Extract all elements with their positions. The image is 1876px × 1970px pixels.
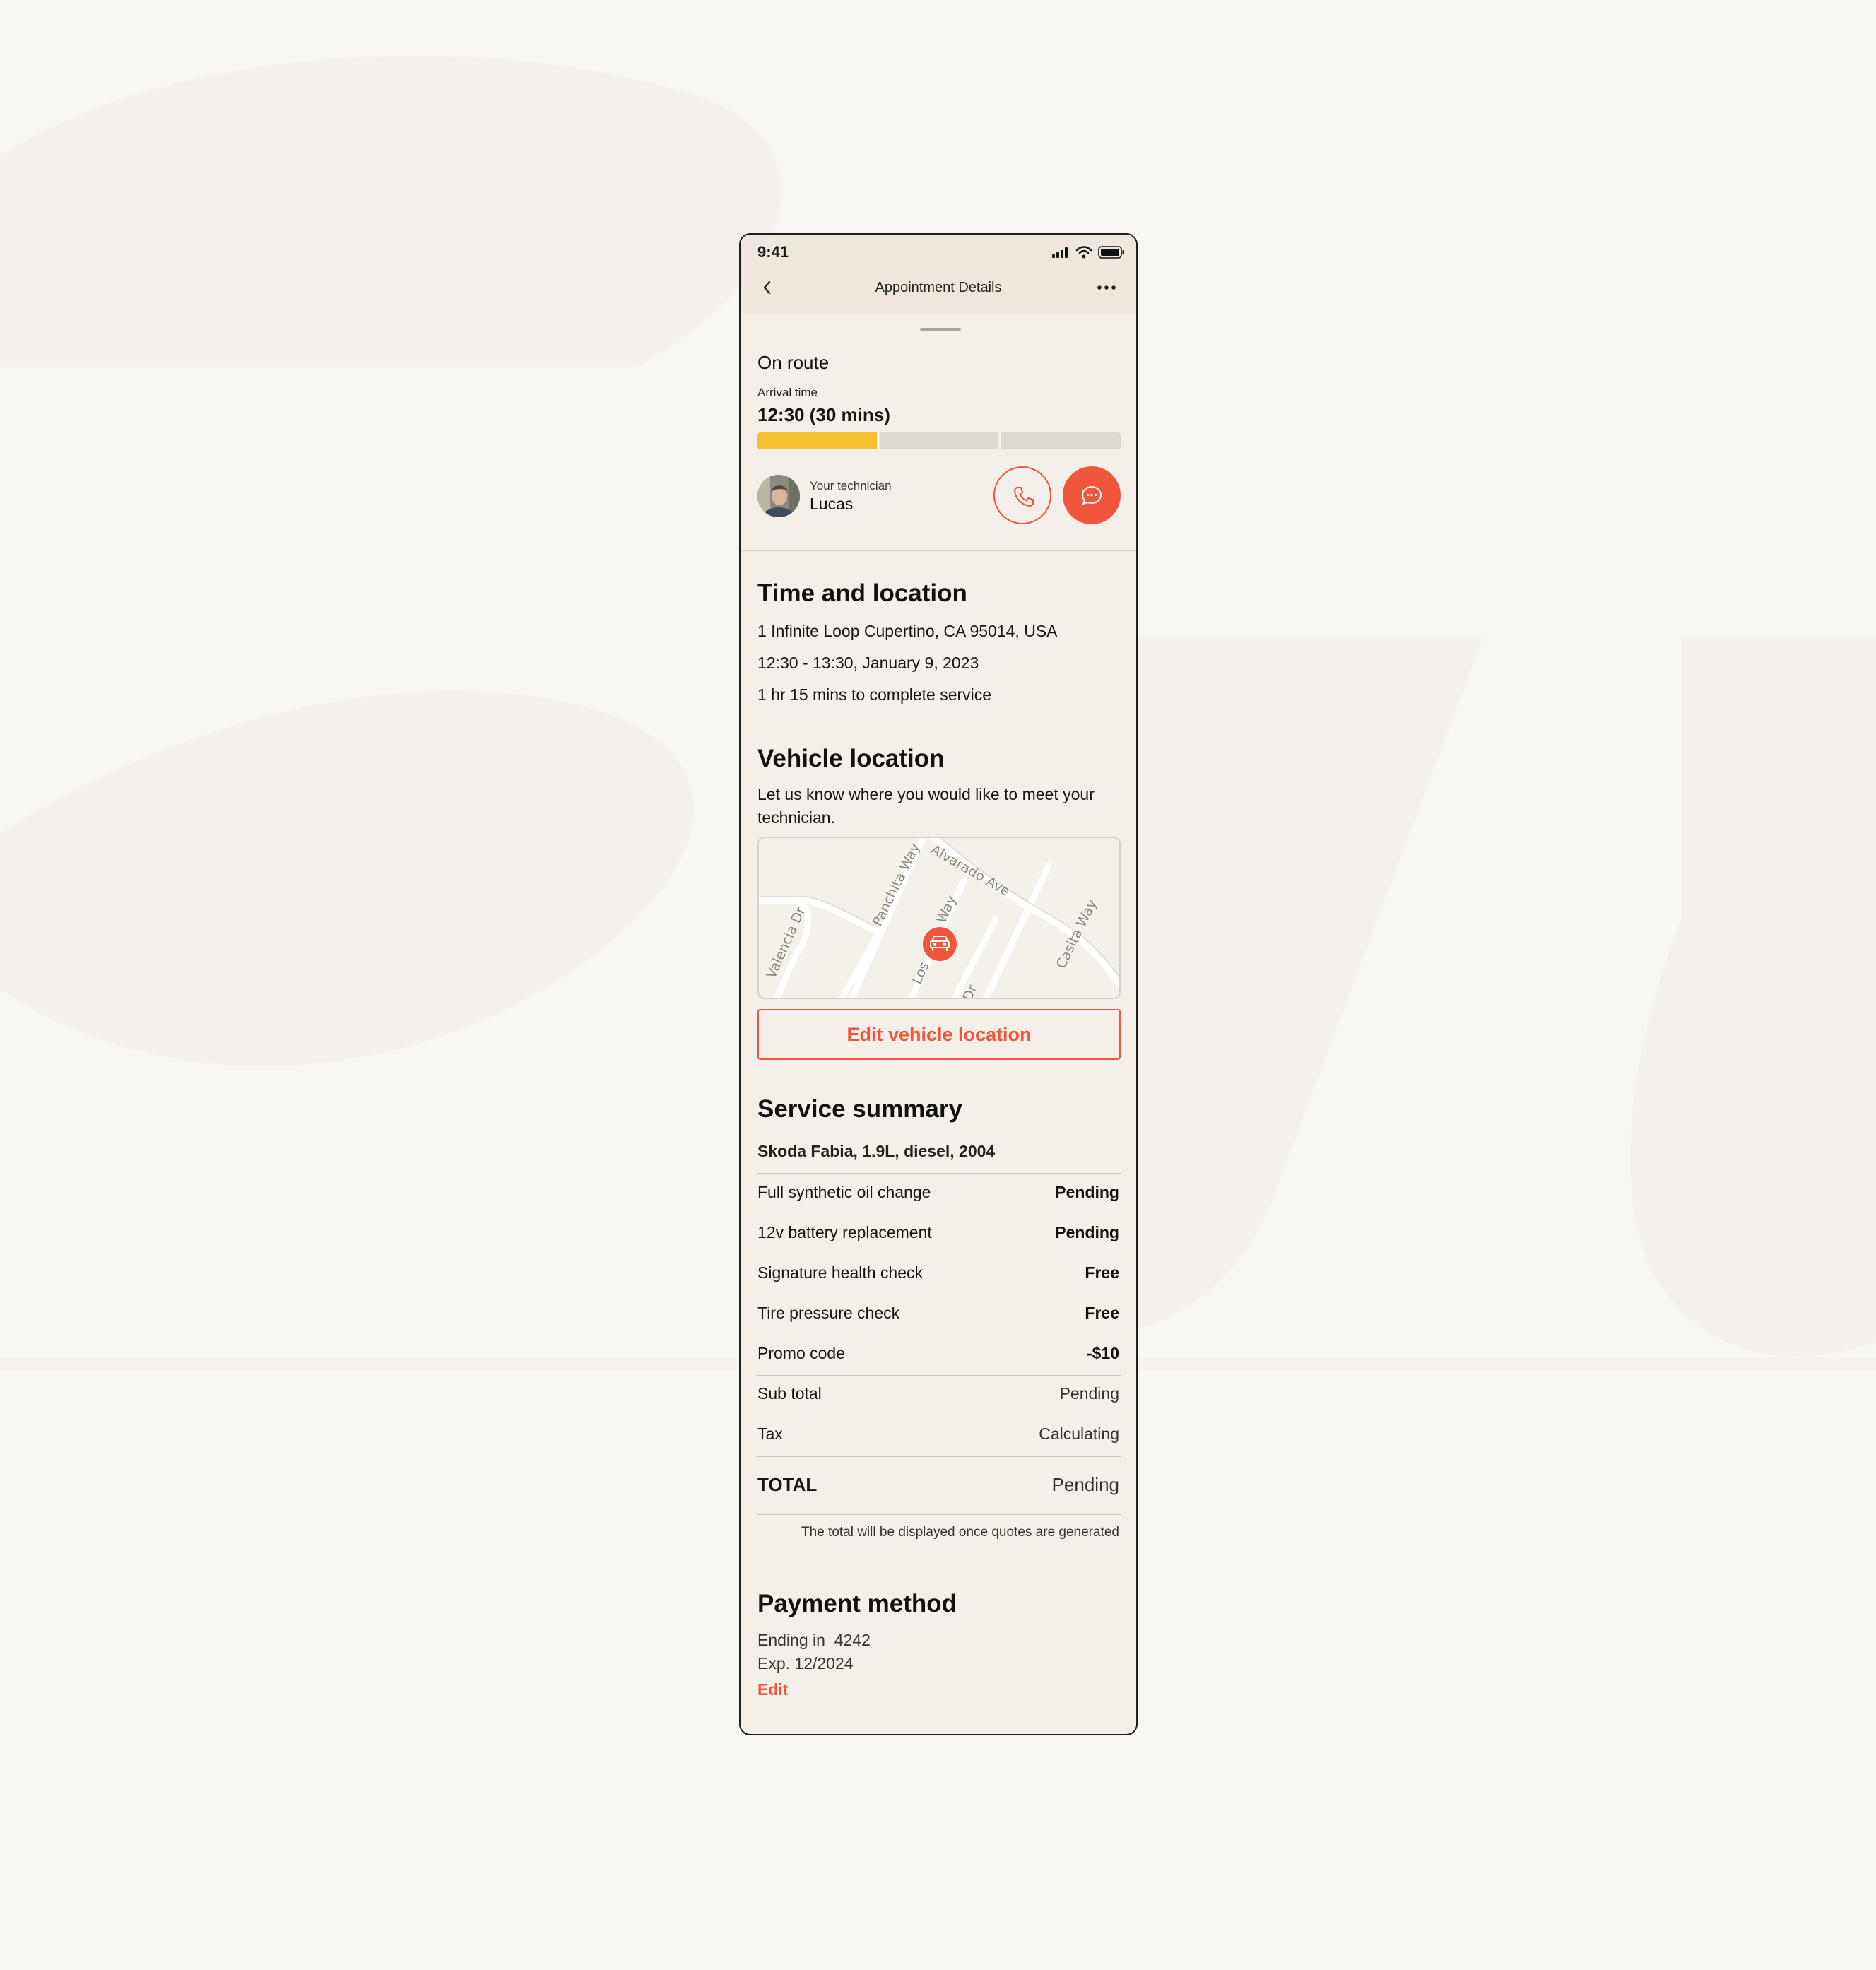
- map-street-label: Alvarado Ave: [928, 842, 1013, 900]
- card-expiry: Exp. 12/2024: [757, 1654, 854, 1673]
- total-value: Pending: [1051, 1474, 1119, 1495]
- arrival-time-label: Arrival time: [757, 386, 818, 399]
- vehicle-location-description: Let us know where you would like to meet…: [757, 785, 1095, 827]
- summary-divider: [757, 1514, 1121, 1515]
- sheet-drag-handle[interactable]: [920, 328, 961, 331]
- edit-vehicle-location-button[interactable]: Edit vehicle location: [757, 1009, 1121, 1060]
- service-item-status: Pending: [1055, 1223, 1119, 1241]
- service-item-status: Free: [1085, 1304, 1119, 1322]
- summary-divider: [757, 1375, 1121, 1376]
- subtotal-label: Sub total: [757, 1384, 822, 1403]
- vehicle-location-map[interactable]: Panchita Way Alvarado Ave Valencia Dr Lo…: [757, 837, 1121, 999]
- summary-divider: [757, 1173, 1121, 1174]
- battery-icon: [1098, 246, 1124, 259]
- vehicle-map-pin[interactable]: [923, 927, 957, 961]
- technician-label: Your technician: [810, 479, 892, 492]
- service-item-label: 12v battery replacement: [757, 1223, 932, 1241]
- technician-name: Lucas: [810, 495, 854, 513]
- message-technician-button[interactable]: [1063, 466, 1121, 524]
- technician-avatar: [757, 475, 800, 517]
- total-note: The total will be displayed once quotes …: [801, 1525, 1119, 1540]
- status-icons: [1051, 246, 1125, 259]
- service-item-label: Tire pressure check: [757, 1304, 900, 1322]
- appointment-status: On route: [757, 352, 830, 373]
- map-street-label: Casita Way: [1054, 897, 1100, 972]
- service-item-status: Free: [1085, 1263, 1119, 1282]
- service-summary-heading: Service summary: [757, 1095, 962, 1123]
- promo-code-label: Promo code: [757, 1344, 846, 1362]
- vehicle-location-heading: Vehicle location: [757, 745, 945, 772]
- subtotal-value: Pending: [1059, 1384, 1119, 1403]
- card-ending: Ending in 4242: [757, 1631, 871, 1649]
- progress-segment-3: [1001, 432, 1121, 449]
- page-title: Appointment Details: [875, 280, 1002, 295]
- signal-icon: [1052, 247, 1068, 258]
- phone-screen: 9:41 Appointment Details On route Arriva…: [739, 233, 1138, 1735]
- edit-payment-link[interactable]: Edit: [757, 1680, 788, 1699]
- service-address: 1 Infinite Loop Cupertino, CA 95014, USA: [757, 622, 1058, 640]
- technician-photo: [757, 475, 800, 517]
- map-streets: Panchita Way Alvarado Ave Valencia Dr Lo…: [759, 838, 1119, 998]
- phone-icon: [1014, 487, 1034, 507]
- map-street-label: Way: [933, 893, 960, 926]
- service-item-label: Signature health check: [757, 1263, 923, 1282]
- top-bar: 9:41 Appointment Details: [741, 235, 1136, 314]
- more-options-icon[interactable]: [1095, 277, 1118, 298]
- status-time: 9:41: [757, 243, 789, 261]
- vehicle-description: Skoda Fabia, 1.9L, diesel, 2004: [757, 1142, 996, 1160]
- total-label: TOTAL: [757, 1474, 818, 1495]
- tax-value: Calculating: [1039, 1425, 1119, 1443]
- payment-method-heading: Payment method: [757, 1590, 957, 1617]
- arrival-progress-bar: [757, 432, 1121, 449]
- service-item-status: Pending: [1055, 1183, 1119, 1201]
- service-duration: 1 hr 15 mins to complete service: [757, 685, 992, 704]
- section-divider: [741, 550, 1136, 551]
- promo-code-value: -$10: [1086, 1344, 1119, 1362]
- appointment-time-range: 12:30 - 13:30, January 9, 2023: [757, 654, 979, 672]
- map-street-label: Panchita Way: [870, 841, 924, 928]
- call-technician-button[interactable]: [993, 466, 1051, 524]
- wifi-icon: [1075, 246, 1092, 259]
- progress-segment-2: [879, 432, 999, 449]
- chat-bubble-icon: [1082, 486, 1102, 505]
- summary-divider: [757, 1456, 1121, 1457]
- service-item-label: Full synthetic oil change: [757, 1183, 931, 1201]
- tax-label: Tax: [757, 1425, 783, 1443]
- progress-segment-1: [757, 432, 877, 449]
- arrival-time-value: 12:30 (30 mins): [757, 404, 890, 425]
- time-location-heading: Time and location: [757, 579, 967, 607]
